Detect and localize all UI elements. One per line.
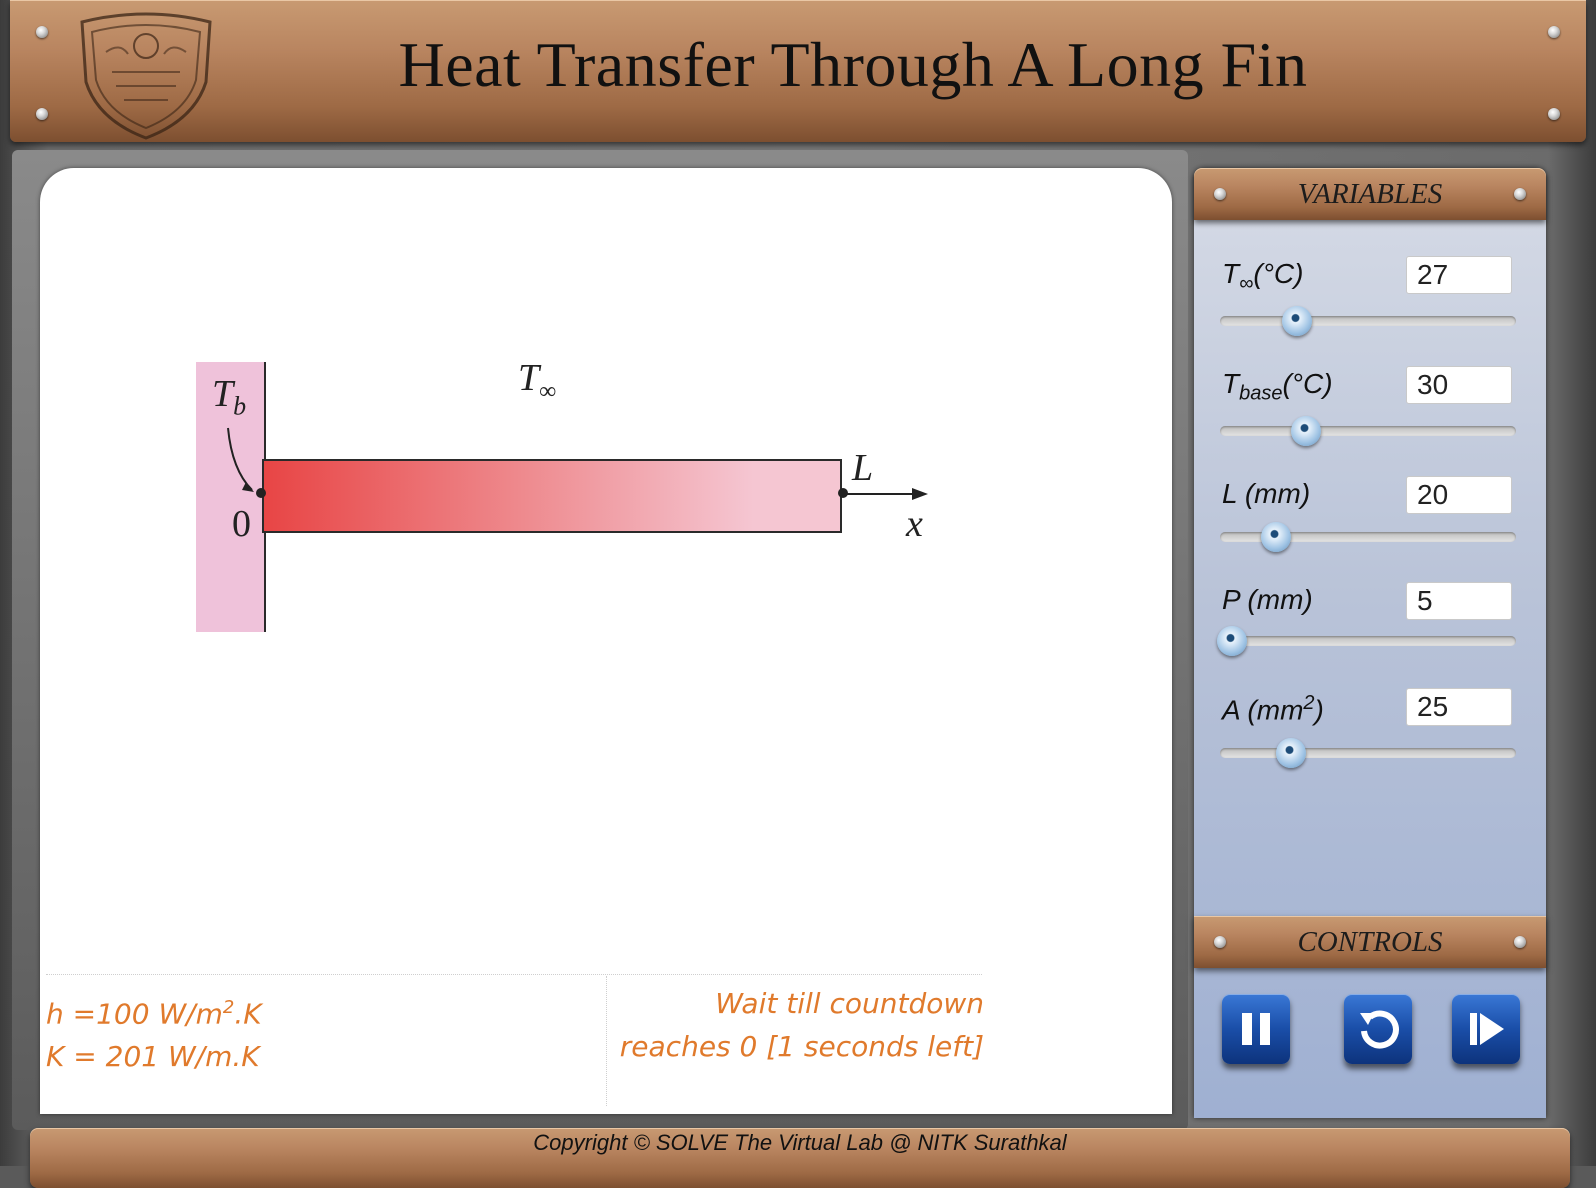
area-label: A (mm2) bbox=[1222, 692, 1324, 726]
area-slider-thumb[interactable] bbox=[1276, 738, 1307, 768]
reset-icon bbox=[1360, 1010, 1399, 1049]
fin-origin-dot bbox=[256, 488, 266, 498]
length-label: L (mm) bbox=[1222, 478, 1311, 509]
info-divider bbox=[46, 974, 982, 975]
info-divider bbox=[606, 976, 607, 1106]
length-slider[interactable] bbox=[1220, 522, 1516, 552]
length-slider-thumb[interactable] bbox=[1261, 522, 1292, 552]
pause-icon bbox=[1242, 1013, 1270, 1045]
copyright-text: Copyright © SOLVE The Virtual Lab @ NITK… bbox=[533, 1130, 1067, 1155]
t-infinity-label: T∞(°C) bbox=[1222, 258, 1304, 295]
footer-bar: Copyright © SOLVE The Virtual Lab @ NITK… bbox=[30, 1128, 1570, 1188]
t-base-slider[interactable] bbox=[1220, 416, 1516, 446]
controls-heading: CONTROLS bbox=[1297, 926, 1443, 958]
fin-end-dot bbox=[838, 488, 848, 498]
parameter-info: h =100 W/m2.K K = 201 W/m.K bbox=[46, 986, 606, 1078]
h-coefficient-text: h =100 W/m2.K bbox=[46, 997, 262, 1031]
variables-heading: VARIABLES bbox=[1297, 178, 1443, 210]
page-title: Heat Transfer Through A Long Fin bbox=[398, 29, 1308, 100]
area-input[interactable]: 25 bbox=[1406, 688, 1512, 726]
side-panel: VARIABLES T∞(°C) 27 Tbase(°C) 30 L (mm) … bbox=[1194, 168, 1546, 1118]
controls-header: CONTROLS bbox=[1194, 916, 1546, 968]
fin-rod bbox=[262, 459, 842, 533]
origin-label: 0 bbox=[232, 503, 251, 545]
t-infinity-input[interactable]: 27 bbox=[1406, 256, 1512, 294]
countdown-status: Wait till countdown reaches 0 [1 seconds… bbox=[619, 987, 984, 1063]
rivet-icon bbox=[1548, 26, 1560, 38]
t-base-slider-thumb[interactable] bbox=[1290, 416, 1321, 446]
length-input[interactable]: 20 bbox=[1406, 476, 1512, 514]
perimeter-label: P (mm) bbox=[1222, 584, 1313, 615]
pause-button[interactable] bbox=[1222, 994, 1290, 1064]
simulation-canvas bbox=[40, 168, 1172, 1114]
perimeter-slider-thumb[interactable] bbox=[1216, 626, 1247, 656]
step-forward-button[interactable] bbox=[1452, 994, 1520, 1064]
rivet-icon bbox=[36, 108, 48, 120]
area-slider[interactable] bbox=[1220, 738, 1516, 768]
base-temp-label: Tb bbox=[212, 373, 247, 421]
t-infinity-slider[interactable] bbox=[1220, 306, 1516, 336]
ambient-temp-label: T∞ bbox=[518, 357, 557, 405]
variables-header: VARIABLES bbox=[1194, 168, 1546, 220]
t-base-input[interactable]: 30 bbox=[1406, 366, 1512, 404]
perimeter-slider[interactable] bbox=[1216, 626, 1516, 656]
t-base-label: Tbase(°C) bbox=[1222, 368, 1333, 405]
k-conductivity-text: K = 201 W/m.K bbox=[46, 1040, 260, 1074]
rivet-icon bbox=[1548, 108, 1560, 120]
x-axis-label: x bbox=[906, 503, 923, 545]
length-label: L bbox=[852, 447, 874, 489]
reset-button[interactable] bbox=[1344, 994, 1412, 1064]
rivet-icon bbox=[36, 26, 48, 38]
step-forward-icon bbox=[1470, 1013, 1504, 1045]
t-infinity-slider-thumb[interactable] bbox=[1281, 306, 1312, 336]
perimeter-input[interactable]: 5 bbox=[1406, 582, 1512, 620]
header-bar: Heat Transfer Through A Long Fin bbox=[10, 0, 1586, 142]
